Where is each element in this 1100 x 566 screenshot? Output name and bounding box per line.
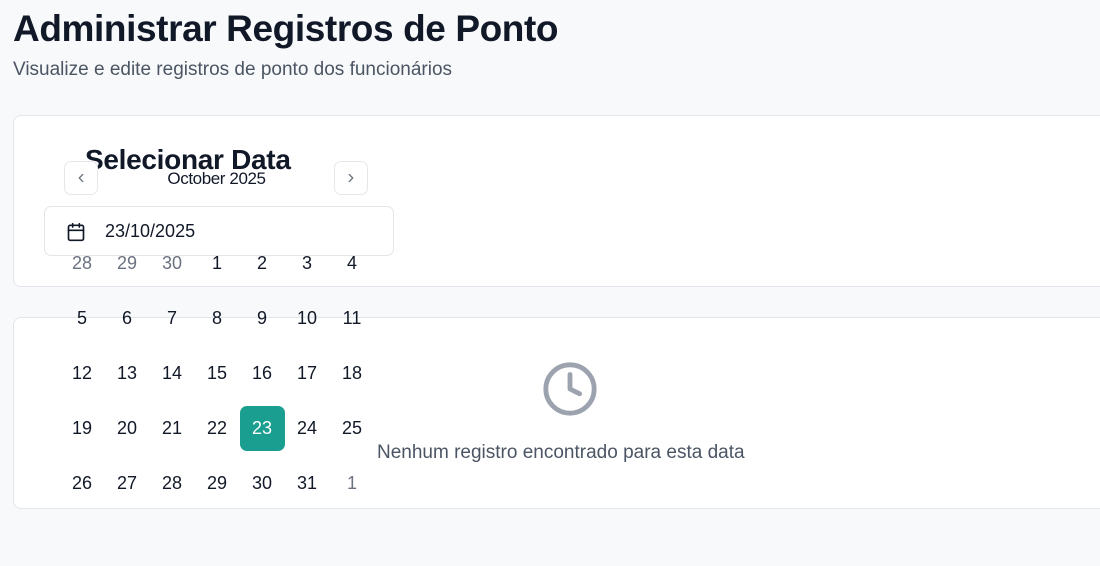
calendar-day[interactable]: 24 (285, 406, 330, 451)
calendar-day[interactable]: 28 (60, 241, 105, 286)
empty-state-message: Nenhum registro encontrado para esta dat… (377, 442, 745, 463)
calendar-day[interactable]: 3 (285, 241, 330, 286)
calendar-day[interactable]: 15 (195, 351, 240, 396)
calendar-day[interactable]: 1 (330, 461, 375, 506)
calendar-day[interactable]: 6 (105, 296, 150, 341)
chevron-left-icon (78, 173, 84, 183)
calendar-day[interactable]: 2 (240, 241, 285, 286)
calendar-day[interactable]: 7 (150, 296, 195, 341)
previous-month-button[interactable] (64, 161, 98, 195)
calendar-day[interactable]: 29 (195, 461, 240, 506)
calendar-day[interactable]: 16 (240, 351, 285, 396)
clock-icon (543, 362, 597, 416)
calendar-day[interactable]: 21 (150, 406, 195, 451)
calendar-day[interactable]: 17 (285, 351, 330, 396)
calendar-day[interactable]: 12 (60, 351, 105, 396)
chevron-right-icon (348, 173, 354, 183)
next-month-button[interactable] (334, 161, 368, 195)
calendar-day[interactable]: 4 (330, 241, 375, 286)
calendar-day[interactable]: 5 (60, 296, 105, 341)
calendar-day[interactable]: 10 (285, 296, 330, 341)
calendar-day[interactable]: 19 (60, 406, 105, 451)
calendar-day[interactable]: 1 (195, 241, 240, 286)
month-label: October 2025 (167, 169, 266, 188)
calendar-day[interactable]: 18 (330, 351, 375, 396)
calendar-day[interactable]: 8 (195, 296, 240, 341)
calendar-day[interactable]: 13 (105, 351, 150, 396)
page-subtitle: Visualize e edite registros de ponto dos… (13, 59, 453, 80)
selected-date-value: 23/10/2025 (105, 221, 196, 241)
calendar-day-selected[interactable]: 23 (239, 405, 285, 451)
calendar-day[interactable]: 25 (330, 406, 375, 451)
calendar-day[interactable]: 29 (105, 241, 150, 286)
page-title: Administrar Registros de Ponto (13, 8, 559, 49)
calendar-day[interactable]: 30 (150, 241, 195, 286)
calendar-day[interactable]: 22 (195, 406, 240, 451)
calendar-day[interactable]: 28 (150, 461, 195, 506)
calendar-day[interactable]: 27 (105, 461, 150, 506)
calendar-day[interactable]: 9 (240, 296, 285, 341)
calendar-icon (67, 222, 85, 242)
calendar-day[interactable]: 30 (240, 461, 285, 506)
calendar-day[interactable]: 20 (105, 406, 150, 451)
calendar-day[interactable]: 11 (330, 296, 375, 341)
calendar-day[interactable]: 14 (150, 351, 195, 396)
calendar-day[interactable]: 26 (60, 461, 105, 506)
calendar-day[interactable]: 31 (285, 461, 330, 506)
